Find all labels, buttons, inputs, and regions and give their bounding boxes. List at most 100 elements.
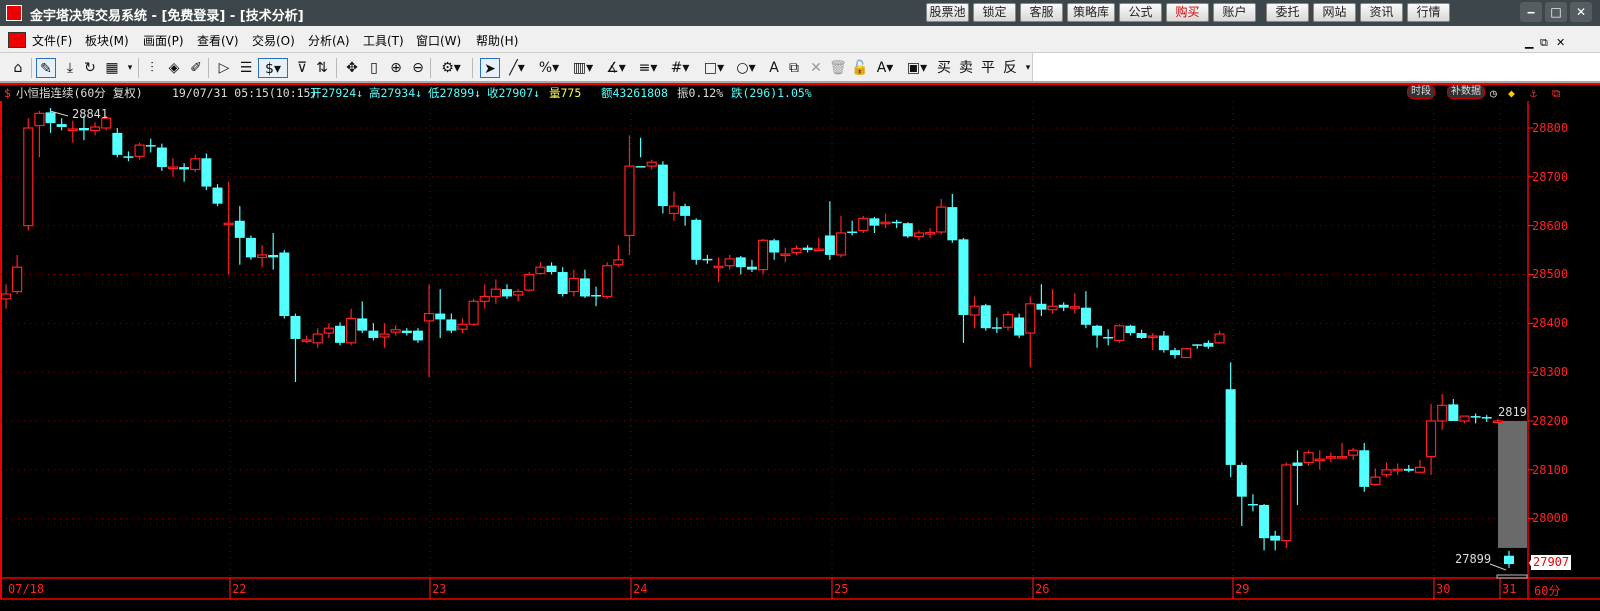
menu-analysis[interactable]: 分析(A) [308, 32, 350, 49]
refresh-icon[interactable]: ↻ [80, 58, 100, 78]
copy-icon[interactable]: ⧉ [784, 58, 804, 78]
menu-window[interactable]: 窗口(W) [416, 32, 461, 49]
vertical-ruler-icon[interactable]: ▯ [364, 58, 384, 78]
trash-icon[interactable]: 🗑 [828, 58, 848, 78]
menu-help[interactable]: 帮助(H) [476, 32, 518, 49]
candle-body-up [167, 166, 179, 170]
percent-tool-icon[interactable]: %▾ [536, 58, 562, 78]
candle-body-down [268, 254, 279, 258]
settings-icon[interactable]: ⚙▾ [436, 58, 466, 78]
strategy-library-button[interactable]: 策略库 [1067, 3, 1115, 22]
lock-button[interactable]: 锁定 [973, 3, 1016, 22]
close-position-button[interactable]: 平 [978, 58, 998, 78]
line-tool-icon[interactable]: ╱▾ [504, 58, 530, 78]
edit-icon[interactable]: ✐ [186, 58, 206, 78]
date-label: 23 [432, 582, 447, 596]
menu-trade[interactable]: 交易(O) [252, 32, 295, 49]
reverse-button[interactable]: 反 [1000, 58, 1020, 78]
candle-body-down [357, 318, 368, 331]
candlestick-icon[interactable]: ⫶ [142, 58, 162, 78]
candle-body-down [56, 124, 67, 128]
lock-icon[interactable]: 🔓 [850, 58, 870, 78]
menu-sector[interactable]: 板块(M) [85, 32, 129, 49]
candle-body-up [535, 266, 546, 275]
font-color-icon[interactable]: A▾ [872, 58, 898, 78]
grid-layout-icon[interactable]: ▦ [102, 58, 122, 78]
candle-body-down [579, 278, 590, 297]
news-button[interactable]: 资讯 [1360, 3, 1403, 22]
alert-icon[interactable]: ◈ [164, 58, 184, 78]
ruler-tool-icon[interactable]: ▥▾ [568, 58, 598, 78]
buy-button[interactable]: 买 [934, 58, 954, 78]
candle-body-down [123, 156, 134, 158]
candle-body-up [312, 333, 323, 344]
customer-service-button[interactable]: 客服 [1020, 3, 1063, 22]
candle-body-down [1470, 416, 1481, 418]
ellipse-tool-icon[interactable]: ○▾ [732, 58, 760, 78]
candle-body-down [1158, 335, 1169, 351]
filter-icon[interactable]: ⊽ [292, 58, 312, 78]
sort-icon[interactable]: ⇅ [312, 58, 332, 78]
menu-file[interactable]: 文件(F) [32, 32, 72, 49]
anchor-icon[interactable]: ⚓ [1530, 85, 1537, 101]
candle-body-down [702, 258, 713, 261]
restore-panel-icon[interactable]: ⧉ [1552, 85, 1560, 101]
play-icon[interactable]: ▷ [214, 58, 234, 78]
move-icon[interactable]: ✥ [342, 58, 362, 78]
sell-button[interactable]: 卖 [956, 58, 976, 78]
candle-body-up [490, 288, 501, 298]
close-button[interactable]: ✕ [1570, 2, 1592, 22]
account-button[interactable]: 账户 [1213, 3, 1256, 22]
right-level-annotation: 2819 [1498, 405, 1527, 419]
candle-body-up [134, 144, 145, 157]
website-button[interactable]: 网站 [1313, 3, 1356, 22]
mdi-close-button[interactable]: ✕ [1556, 36, 1565, 49]
save-icon[interactable]: ▣▾ [904, 58, 930, 78]
purchase-button[interactable]: 购买 [1166, 3, 1209, 22]
zoom-in-icon[interactable]: ⊕ [386, 58, 406, 78]
maximize-button[interactable]: □ [1545, 2, 1567, 22]
level-tool-icon[interactable]: ≡▾ [634, 58, 662, 78]
text-tool-icon[interactable]: A [764, 58, 784, 78]
mdi-restore-button[interactable]: ⧉ [1540, 36, 1548, 50]
order-button[interactable]: 委托 [1266, 3, 1309, 22]
notes-icon[interactable]: ☰ [236, 58, 256, 78]
menu-view[interactable]: 查看(V) [197, 32, 239, 49]
download-icon[interactable]: ⤓ [60, 58, 80, 78]
candlestick-chart[interactable]: 28841 2819 27899 27907 28800 28700 28600… [0, 101, 1600, 611]
date-label: 30 [1436, 582, 1451, 596]
zoom-out-icon[interactable]: ⊖ [408, 58, 428, 78]
menu-screen[interactable]: 画面(P) [143, 32, 184, 49]
ruler-icon[interactable]: ✎ [36, 58, 56, 78]
currency-dropdown[interactable]: $▾ [258, 58, 288, 78]
pointer-icon[interactable]: ➤ [480, 58, 500, 78]
fill-data-button[interactable]: 补数据 [1447, 85, 1485, 99]
dropdown-icon[interactable]: ▾ [120, 58, 140, 78]
clock-icon[interactable]: ◷ [1490, 85, 1497, 101]
mdi-minimize-button[interactable]: ▁ [1525, 36, 1533, 49]
candle-body-up [780, 253, 791, 257]
candle-body-up [1047, 305, 1058, 311]
candle-body-up [724, 258, 735, 267]
menu-bar: 文件(F) 板块(M) 画面(P) 查看(V) 交易(O) 分析(A) 工具(T… [0, 26, 1600, 53]
period-button[interactable]: 时段 [1407, 85, 1435, 99]
grid-tool-icon[interactable]: #▾ [666, 58, 694, 78]
candle-body-down [1092, 325, 1103, 336]
minimize-button[interactable]: ‒ [1520, 2, 1542, 22]
diamond-icon[interactable]: ◆ [1508, 85, 1515, 101]
date-label: 22 [232, 582, 247, 596]
formula-button[interactable]: 公式 [1119, 3, 1162, 22]
toolbar: ⌂ ✎ ⤓ ↻ ▦ ▾ ⫶ ◈ ✐ ▷ ☰ $▾ ⊽ ⇅ ✥ ▯ ⊕ ⊖ ⚙▾ … [0, 53, 1600, 83]
rectangle-tool-icon[interactable]: □▾ [700, 58, 728, 78]
menu-tools[interactable]: 工具(T) [363, 32, 404, 49]
angle-tool-icon[interactable]: ∡▾ [602, 58, 630, 78]
home-icon[interactable]: ⌂ [8, 58, 28, 78]
quotes-button[interactable]: 行情 [1407, 3, 1450, 22]
date-label: 26 [1035, 582, 1050, 596]
candle-body-down [1125, 325, 1136, 334]
candle-body-up [390, 329, 401, 333]
stock-pool-button[interactable]: 股票池 [926, 3, 969, 22]
change-value: 跌(296)1.05% [731, 86, 812, 100]
candle-body-down [502, 289, 512, 297]
delete-icon[interactable]: ✕ [806, 58, 826, 78]
